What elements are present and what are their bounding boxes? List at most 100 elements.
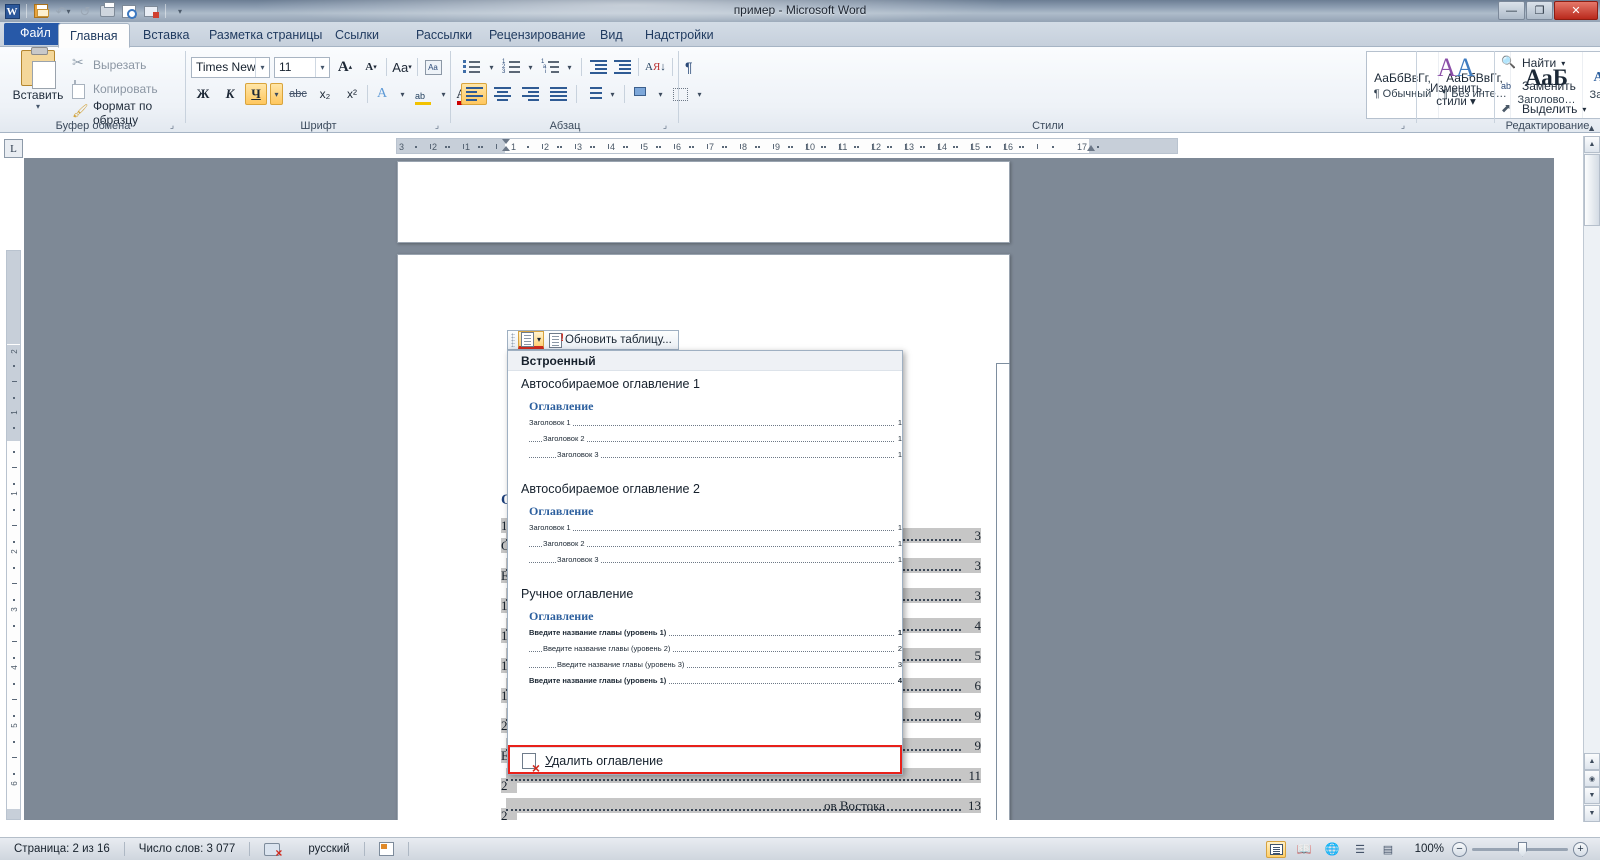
window-controls[interactable]: — ❐ ✕ <box>1498 1 1598 20</box>
zoom-in-button[interactable]: + <box>1573 842 1588 857</box>
paste-button[interactable]: Вставить ▾ <box>10 50 66 111</box>
find-button[interactable]: 🔍 Найти▾ <box>1501 53 1586 73</box>
full-screen-reading-view-button[interactable]: 📖 <box>1294 841 1314 858</box>
print-layout-view-button[interactable] <box>1266 841 1286 858</box>
font-name-combobox[interactable]: Times New Rc ▾ <box>191 57 270 78</box>
restore-button[interactable]: ❐ <box>1526 1 1553 20</box>
multilevel-list-button[interactable]: 1ai <box>539 56 561 78</box>
highlight-button[interactable]: ab <box>412 83 434 105</box>
web-layout-view-button[interactable]: 🌐 <box>1322 841 1342 858</box>
toc-gallery-button[interactable]: ▾ <box>518 331 544 349</box>
align-right-button[interactable] <box>517 83 543 105</box>
draft-view-button[interactable]: ▤ <box>1378 841 1398 858</box>
paragraph-dialog-launcher[interactable]: ⌟ <box>659 119 671 131</box>
remove-toc-menu-item[interactable]: УУдалить оглавлениедалить оглавление <box>508 747 902 774</box>
cut-button[interactable]: Вырезать <box>72 55 186 75</box>
increase-indent-button[interactable] <box>611 56 633 78</box>
numbering-button[interactable]: 123 <box>500 56 522 78</box>
tab-references[interactable]: Ссылки <box>324 24 390 47</box>
paste-dropdown-arrow[interactable]: ▾ <box>10 102 66 111</box>
ribbon-tab-bar[interactable]: Файл Главная Вставка Разметка страницы С… <box>0 22 1600 47</box>
status-macro-button[interactable] <box>365 838 408 861</box>
text-effects-button[interactable]: A <box>371 83 393 105</box>
toc-gallery-dropdown-arrow[interactable]: ▾ <box>537 335 541 344</box>
status-word-count[interactable]: Число слов: 3 077 <box>125 838 250 861</box>
align-left-button[interactable] <box>461 83 487 105</box>
justify-button[interactable] <box>545 83 571 105</box>
horizontal-ruler[interactable]: 3 2 1 1 2 3 4 5 6 7 8 9 10 11 12 13 14 1… <box>396 138 1178 154</box>
scroll-up-button[interactable]: ▲ <box>1584 136 1600 153</box>
grow-font-button[interactable]: A▴ <box>334 56 356 78</box>
line-spacing-button[interactable] <box>582 83 604 105</box>
subscript-button[interactable]: x₂ <box>313 83 337 105</box>
update-table-button[interactable]: ! Обновить таблицу... <box>547 331 674 349</box>
scroll-down-button[interactable]: ▼ <box>1584 805 1600 822</box>
underline-button[interactable]: Ч <box>245 83 267 105</box>
tab-review[interactable]: Рецензирование <box>478 24 597 47</box>
toc-gallery-item-auto2[interactable]: Автособираемое оглавление 2 Оглавление З… <box>508 476 902 581</box>
clipboard-dialog-launcher[interactable]: ⌟ <box>166 119 178 131</box>
minimize-button[interactable]: — <box>1498 1 1525 20</box>
change-case-button[interactable]: Aa▾ <box>391 56 413 78</box>
bullets-button[interactable] <box>461 56 483 78</box>
scrollbar-thumb[interactable] <box>1584 154 1600 226</box>
font-dialog-launcher[interactable]: ⌟ <box>431 119 443 131</box>
replace-button[interactable]: ab Заменить <box>1501 76 1586 96</box>
collapse-ribbon-button[interactable]: ▲ <box>1587 123 1596 133</box>
next-page-button[interactable]: ▼ <box>1584 787 1600 804</box>
indent-marker-right[interactable] <box>1087 145 1096 152</box>
document-vertical-scrollbar[interactable]: ▲ ▲ ◉ ▼ ▼ <box>1583 136 1600 822</box>
close-button[interactable]: ✕ <box>1554 1 1598 20</box>
toolbar-grip[interactable] <box>511 333 515 347</box>
highlight-dropdown-arrow[interactable]: ▾ <box>437 83 450 105</box>
toc-gallery-item-auto1[interactable]: Автособираемое оглавление 1 Оглавление З… <box>508 371 902 476</box>
document-page-1[interactable] <box>397 161 1010 243</box>
status-language[interactable]: русский <box>294 838 363 861</box>
select-button[interactable]: ⬈ Выделить▾ <box>1501 99 1586 119</box>
indent-marker-left[interactable] <box>502 139 511 152</box>
tab-view[interactable]: Вид <box>589 24 634 47</box>
tab-home[interactable]: Главная <box>58 23 130 48</box>
tab-page-layout[interactable]: Разметка страницы <box>198 24 333 47</box>
shading-dropdown-arrow[interactable]: ▾ <box>654 83 667 105</box>
toc-gallery-item-manual[interactable]: Ручное оглавление Оглавление Введите наз… <box>508 581 902 702</box>
change-styles-button[interactable]: AA Изменить стили ▾ <box>1420 53 1492 109</box>
zoom-level-label[interactable]: 100% <box>1406 843 1444 855</box>
bold-button[interactable]: Ж <box>191 83 215 105</box>
shading-button[interactable] <box>630 83 652 105</box>
vertical-ruler[interactable]: 2 1 1 2 3 4 5 6 <box>6 250 21 820</box>
tab-insert[interactable]: Вставка <box>132 24 200 47</box>
underline-dropdown-arrow[interactable]: ▾ <box>270 83 283 105</box>
toc-gallery-menu[interactable]: Встроенный Автособираемое оглавление 1 О… <box>507 350 903 775</box>
bullets-dropdown-arrow[interactable]: ▾ <box>485 56 498 78</box>
styles-dialog-launcher[interactable]: ⌟ <box>1397 119 1409 131</box>
italic-button[interactable]: К <box>218 83 242 105</box>
sort-button[interactable]: AЯ↓ <box>644 56 667 78</box>
toc-entry-row[interactable]: ов Востока 13 <box>506 798 981 813</box>
clear-formatting-button[interactable]: Aa <box>422 56 444 78</box>
tab-addins[interactable]: Надстройки <box>634 24 725 47</box>
zoom-slider-thumb[interactable] <box>1518 842 1527 857</box>
tab-mailings[interactable]: Рассылки <box>405 24 483 47</box>
copy-button[interactable]: Копировать <box>72 79 186 99</box>
zoom-out-button[interactable]: − <box>1452 842 1467 857</box>
shrink-font-button[interactable]: A▾ <box>360 56 382 78</box>
previous-page-button[interactable]: ▲ <box>1584 753 1600 770</box>
tab-stop-selector-button[interactable]: L <box>4 139 23 158</box>
strikethrough-button[interactable]: abc <box>286 83 310 105</box>
superscript-button[interactable]: x² <box>340 83 364 105</box>
font-size-combobox[interactable]: 11 ▾ <box>274 57 330 78</box>
status-page-number[interactable]: Страница: 2 из 16 <box>0 838 124 861</box>
numbering-dropdown-arrow[interactable]: ▾ <box>524 56 537 78</box>
status-proofing-button[interactable] <box>250 838 294 861</box>
zoom-slider[interactable]: − + <box>1452 842 1588 857</box>
zoom-slider-track[interactable] <box>1472 848 1568 851</box>
toc-content-control-toolbar[interactable]: ▾ ! Обновить таблицу... <box>507 330 679 350</box>
decrease-indent-button[interactable] <box>587 56 609 78</box>
align-center-button[interactable] <box>489 83 515 105</box>
multilevel-dropdown-arrow[interactable]: ▾ <box>563 56 576 78</box>
select-browse-object-button[interactable]: ◉ <box>1584 770 1600 787</box>
outline-view-button[interactable]: ☰ <box>1350 841 1370 858</box>
line-spacing-dropdown-arrow[interactable]: ▾ <box>606 83 619 105</box>
text-effects-dropdown-arrow[interactable]: ▾ <box>396 83 409 105</box>
